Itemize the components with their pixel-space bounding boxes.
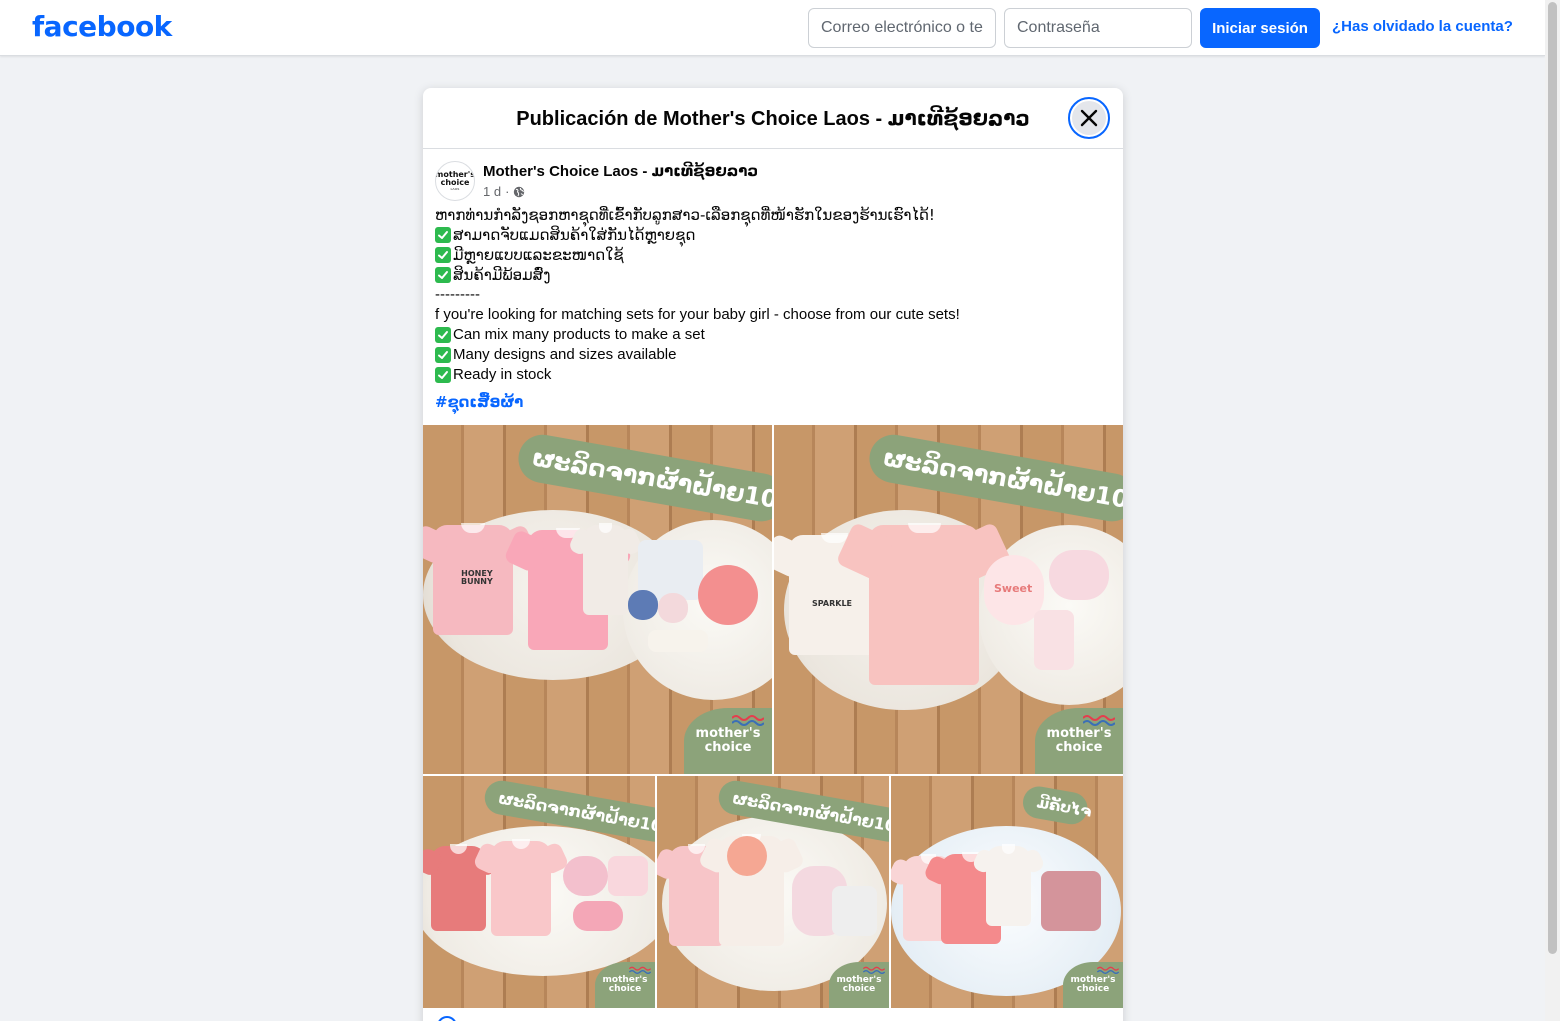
post-text-line: Many designs and sizes available — [435, 345, 1111, 365]
post-text-content: Ready in stock — [453, 366, 552, 383]
check-mark-icon — [435, 227, 451, 243]
page-avatar[interactable]: mother's choice LAOS — [435, 161, 475, 201]
post-text-content: ສາມາດຈັບແມດສິນຄ້າໃສ່ກັນໄດ້ຫຼາຍຊຸດ — [453, 226, 696, 244]
modal-title: Publicación de Mother's Choice Laos - ມາ… — [516, 108, 1030, 130]
post-meta: 1 d · — [483, 184, 525, 199]
avatar-text: choice — [440, 178, 470, 187]
post-time[interactable]: 1 d — [483, 184, 501, 199]
globe-icon — [514, 186, 525, 197]
post-text-line: ສາມາດຈັບແມດສິນຄ້າໃສ່ກັນໄດ້ຫຼາຍຊຸດ — [435, 225, 1111, 245]
password-input[interactable] — [1004, 8, 1192, 48]
top-navbar: facebook Iniciar sesión ¿Has olvidado la… — [0, 0, 1545, 56]
close-icon — [1080, 109, 1098, 127]
bib-print-text: Sweet — [994, 582, 1033, 595]
facebook-logo[interactable]: facebook — [32, 10, 172, 43]
post-text: ຫາກທ່ານກຳລັງຊອກຫາຊຸດທີ່ເຂົ້າກັບລູກສາວ-ເລ… — [435, 205, 1111, 385]
reaction-icon — [437, 1016, 457, 1021]
post-text-line: Can mix many products to make a set — [435, 325, 1111, 345]
page-scrollbar[interactable] — [1545, 0, 1560, 1021]
post-text-content: Can mix many products to make a set — [453, 326, 705, 343]
post-text-content: f you're looking for matching sets for y… — [435, 306, 960, 323]
brand-text: choice — [608, 984, 642, 994]
check-mark-icon — [435, 267, 451, 283]
post-photo[interactable]: ຜະລິດຈາກຜ້າຝ້າຍ100% mother's choice — [657, 776, 889, 1008]
post-text-content: ຫາກທ່ານກຳລັງຊອກຫາຊຸດທີ່ເຂົ້າກັບລູກສາວ-ເລ… — [435, 206, 935, 224]
brand-text: choice — [704, 740, 752, 755]
post-text-line: ສິນຄ້າມີພ້ອມສົ່ງ — [435, 265, 1111, 285]
brand-badge: mother's choice — [1035, 708, 1123, 774]
brand-badge: mother's choice — [684, 708, 772, 774]
post-text-content: --------- — [435, 286, 480, 303]
brand-text: mother's — [1046, 726, 1112, 742]
post-photo[interactable]: SPARKLE Sweet ຜະລິດຈາກຜ້າຝ້າຍ100% mother… — [774, 425, 1123, 774]
post-text-line: ຫາກທ່ານກຳລັງຊອກຫາຊຸດທີ່ເຂົ້າກັບລູກສາວ-ເລ… — [435, 205, 1111, 225]
brand-badge: mother's choice — [595, 962, 655, 1008]
forgot-account-link[interactable]: ¿Has olvidado la cuenta? — [1332, 18, 1513, 35]
avatar-text: LAOS — [450, 187, 460, 191]
post-modal: Publicación de Mother's Choice Laos - ມາ… — [423, 88, 1123, 1021]
brand-text: choice — [1055, 740, 1103, 755]
onesie-print-text: HONEY BUNNY — [461, 569, 493, 586]
post-text-content: ມີຫຼາຍແບບແລະຂະໜາດໃຊ້ — [453, 246, 624, 264]
meta-separator: · — [505, 184, 510, 199]
brand-text: choice — [1076, 984, 1110, 994]
post-text-line: Ready in stock — [435, 365, 1111, 385]
login-button[interactable]: Iniciar sesión — [1200, 8, 1320, 48]
post-text-line: --------- — [435, 285, 1111, 305]
check-mark-icon — [435, 247, 451, 263]
post-text-line: ມີຫຼາຍແບບແລະຂະໜາດໃຊ້ — [435, 245, 1111, 265]
brand-badge: mother's choice — [1063, 962, 1123, 1008]
close-button[interactable] — [1068, 97, 1110, 139]
post-photo[interactable]: HONEY BUNNY ຜະລິດຈາກຜ້າຝ້າຍ100% mother's… — [423, 425, 772, 774]
check-mark-icon — [435, 327, 451, 343]
scrollbar-thumb[interactable] — [1548, 2, 1557, 954]
post-text-content: Many designs and sizes available — [453, 346, 677, 363]
page-name-link[interactable]: Mother's Choice Laos - ມາເທີຊ້ອຍລາວ — [483, 162, 758, 180]
post-photo[interactable]: ມີຄັບໄຈ mother's choice — [891, 776, 1123, 1008]
brand-text: choice — [842, 984, 876, 994]
post-text-content: ສິນຄ້າມີພ້ອມສົ່ງ — [453, 266, 551, 284]
email-input[interactable] — [808, 8, 996, 48]
check-mark-icon — [435, 367, 451, 383]
brand-text: mother's — [695, 726, 761, 742]
onesie-print-text: SPARKLE — [812, 599, 853, 608]
modal-header: Publicación de Mother's Choice Laos - ມາ… — [423, 88, 1123, 149]
post-photo[interactable]: ຜະລິດຈາກຜ້າຝ້າຍ100% mother's choice — [423, 776, 655, 1008]
brand-badge: mother's choice — [829, 962, 889, 1008]
check-mark-icon — [435, 347, 451, 363]
post-text-line: f you're looking for matching sets for y… — [435, 305, 1111, 325]
hashtag-link[interactable]: #ຊຸດເສື້ອຜ້າ — [435, 393, 523, 411]
